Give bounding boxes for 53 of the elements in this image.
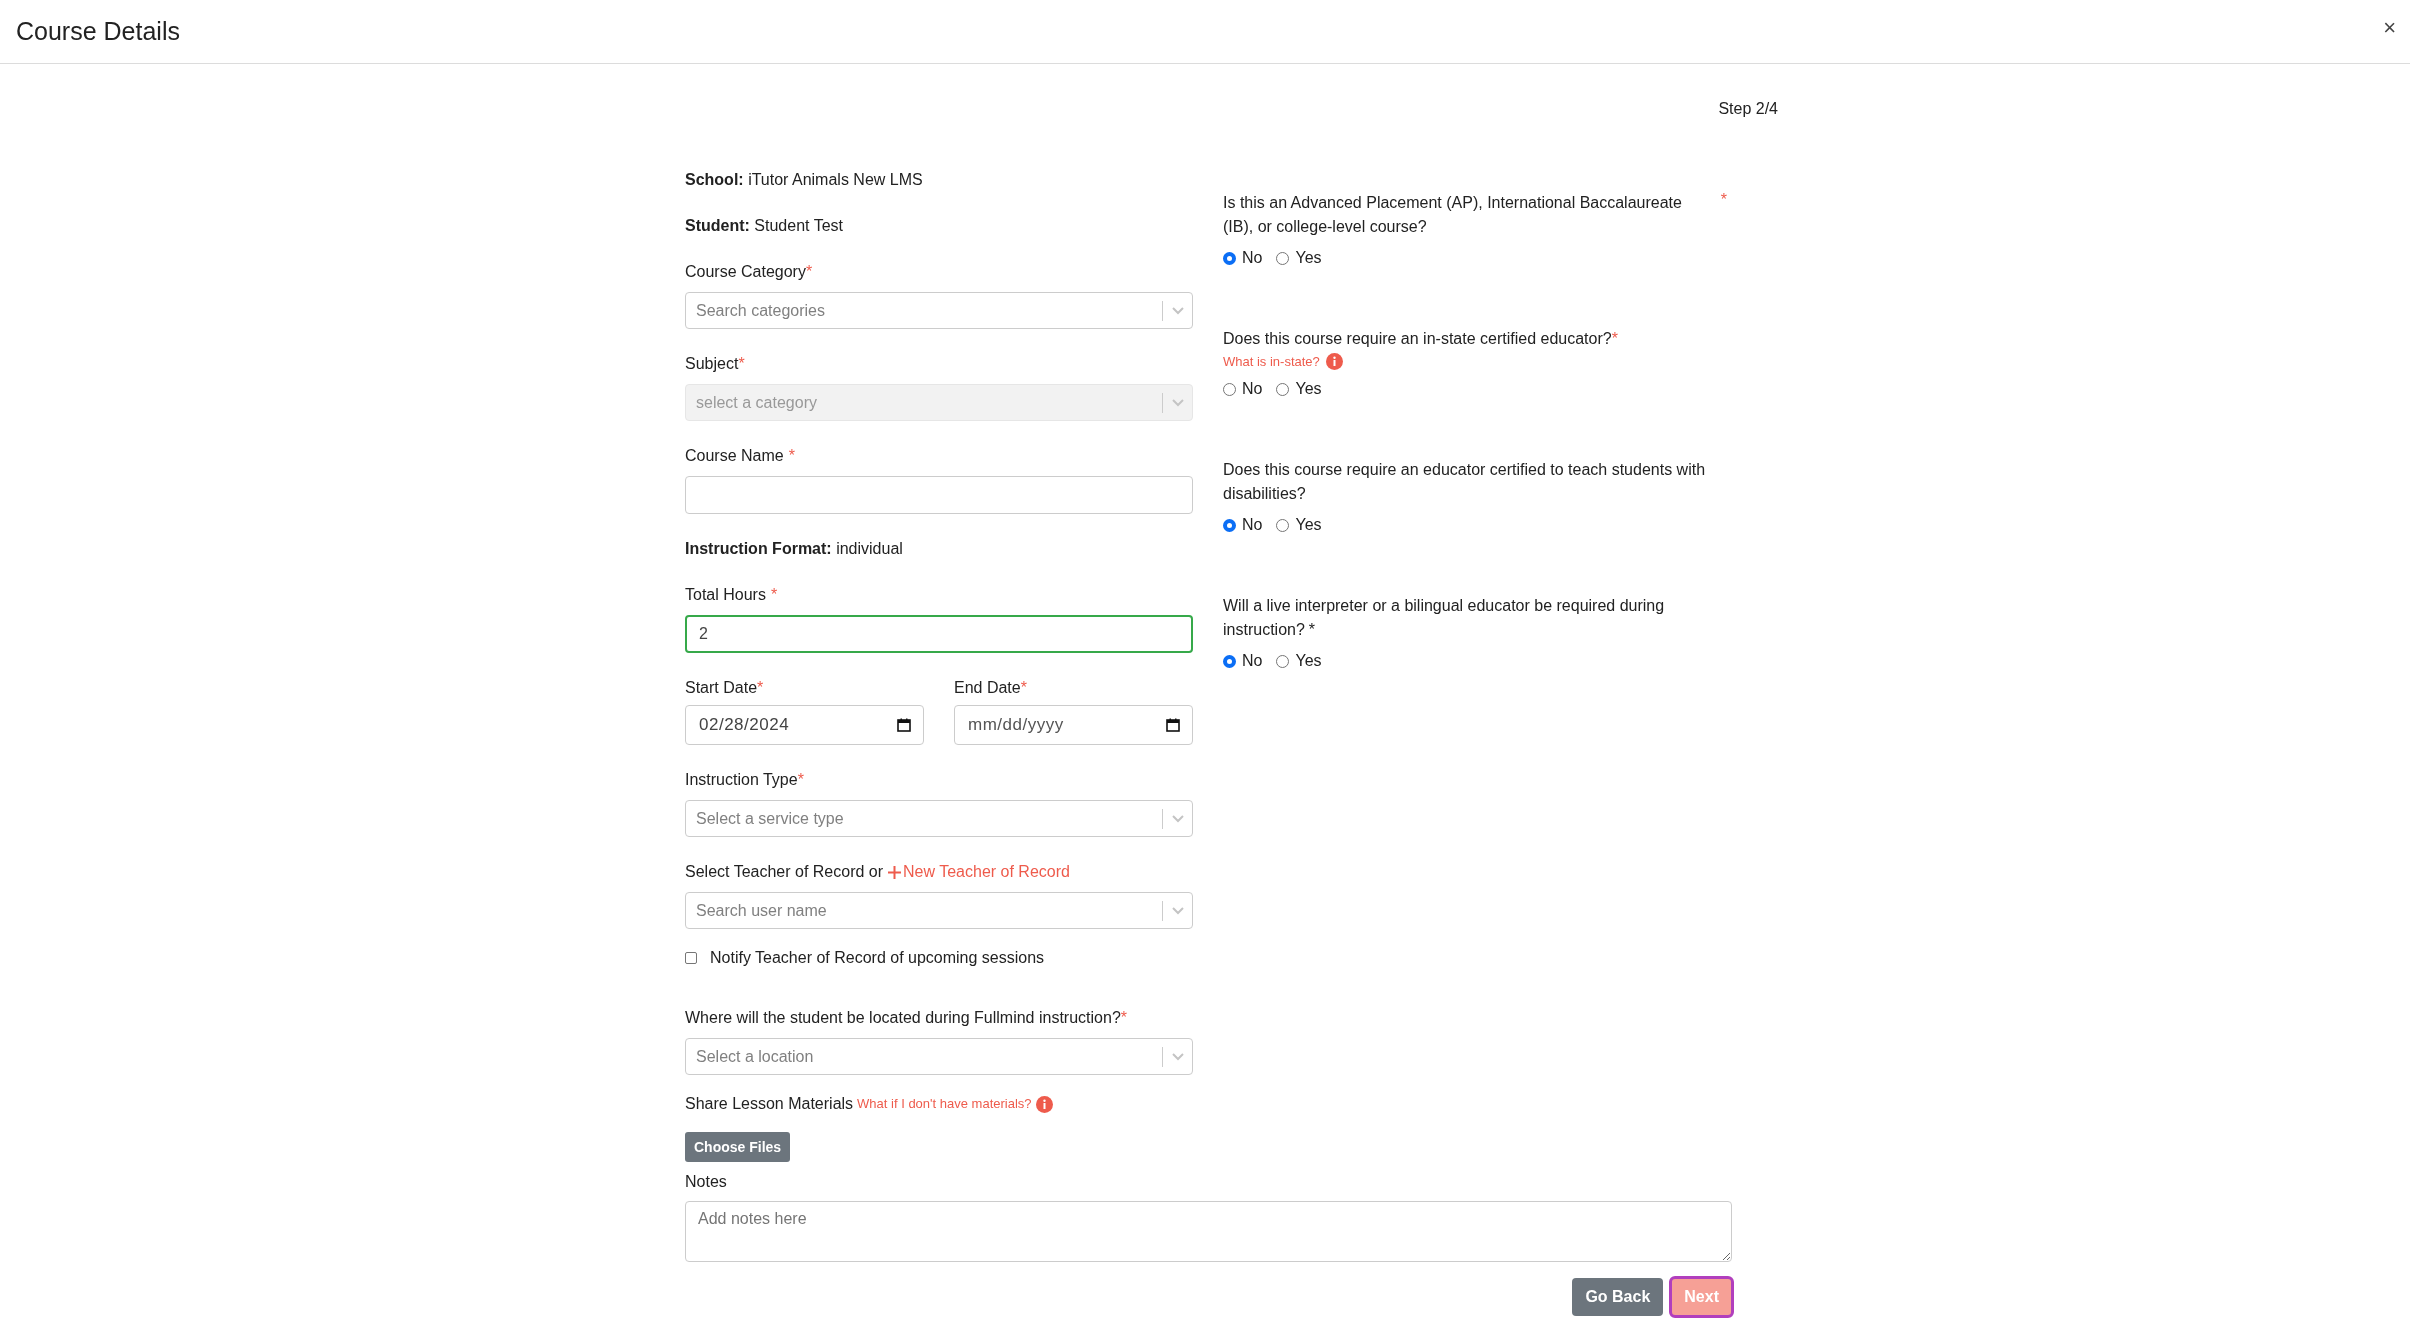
plus-icon[interactable]	[888, 865, 902, 879]
chevron-down-icon	[1172, 398, 1184, 407]
radio-option[interactable]: Yes	[1276, 380, 1322, 398]
back-button[interactable]: Go Back	[1572, 1278, 1664, 1316]
question-text: Does this course require an educator certified to teach students with disabilities?	[1223, 460, 1707, 504]
notes-field[interactable]: Add notes here	[685, 1201, 1732, 1262]
radio-option[interactable]: Yes	[1276, 516, 1322, 534]
info-icon[interactable]	[1035, 1095, 1053, 1113]
dropdown[interactable]: Search categories	[685, 292, 1193, 329]
chevron-down-icon	[1172, 814, 1184, 823]
field-label: Instruction Type*	[685, 770, 805, 790]
info-text: Instruction Format: individual	[685, 539, 904, 559]
field-label: Where will the student be located during Fullmind instruction?*	[685, 1008, 1128, 1028]
field-label: Course Name *	[685, 446, 796, 466]
radio-option[interactable]: No	[1223, 249, 1263, 267]
calendar-icon	[897, 718, 911, 732]
dropdown[interactable]: Select a location	[685, 1038, 1193, 1075]
dropdown[interactable]: Select a service type	[685, 800, 1193, 837]
step-indicator: Step 2/4	[1718, 100, 1778, 118]
radio-option[interactable]: No	[1223, 652, 1263, 670]
radio-option[interactable]: No	[1223, 516, 1263, 534]
radio-option[interactable]: Yes	[1276, 652, 1322, 670]
required-mark: *	[1720, 191, 1727, 210]
field-label: Select Teacher of Record or	[685, 862, 884, 882]
help-link[interactable]: What if I don't have materials?	[857, 1093, 1032, 1115]
field-label: End Date*	[954, 678, 1028, 698]
field-label: Share Lesson Materials	[685, 1094, 854, 1114]
window-title: Course Details	[16, 17, 180, 46]
question-text: Is this an Advanced Placement (AP), International Baccalaureate (IB), or college-level course?	[1223, 193, 1683, 237]
checkbox-option[interactable]: Notify Teacher of Record of upcoming sessions	[685, 949, 1193, 967]
info-text: School: iTutor Animals New LMS	[685, 170, 924, 190]
text-field[interactable]	[685, 476, 1193, 514]
date-field[interactable]: 02/28/2024	[685, 705, 924, 745]
text-field[interactable]: 2	[685, 615, 1193, 653]
question-text: Does this course require an in-state certified educator?*	[1223, 329, 1619, 349]
field-label: Subject*	[685, 354, 746, 374]
field-label: Total Hours *	[685, 585, 779, 605]
question-text: Will a live interpreter or a bilingual educator be required during instruction? *	[1223, 596, 1666, 640]
info-icon[interactable]	[1325, 353, 1343, 370]
field-label: Course Category*	[685, 262, 814, 282]
dropdown[interactable]: Search user name	[685, 892, 1193, 929]
field-label: Start Date*	[685, 678, 765, 698]
calendar-icon	[1166, 718, 1180, 732]
close-button[interactable]: ×	[2383, 14, 2396, 41]
chevron-down-icon	[1172, 1052, 1184, 1061]
info-text: Student: Student Test	[685, 216, 844, 236]
radio-option[interactable]: No	[1223, 380, 1263, 398]
chevron-down-icon	[1172, 306, 1184, 315]
notes-label: Notes	[685, 1172, 728, 1192]
chevron-down-icon	[1172, 906, 1184, 915]
date-field[interactable]: mm/dd/yyyy	[954, 705, 1193, 745]
radio-option[interactable]: Yes	[1276, 249, 1322, 267]
choose-files-button[interactable]: Choose Files	[685, 1132, 791, 1162]
